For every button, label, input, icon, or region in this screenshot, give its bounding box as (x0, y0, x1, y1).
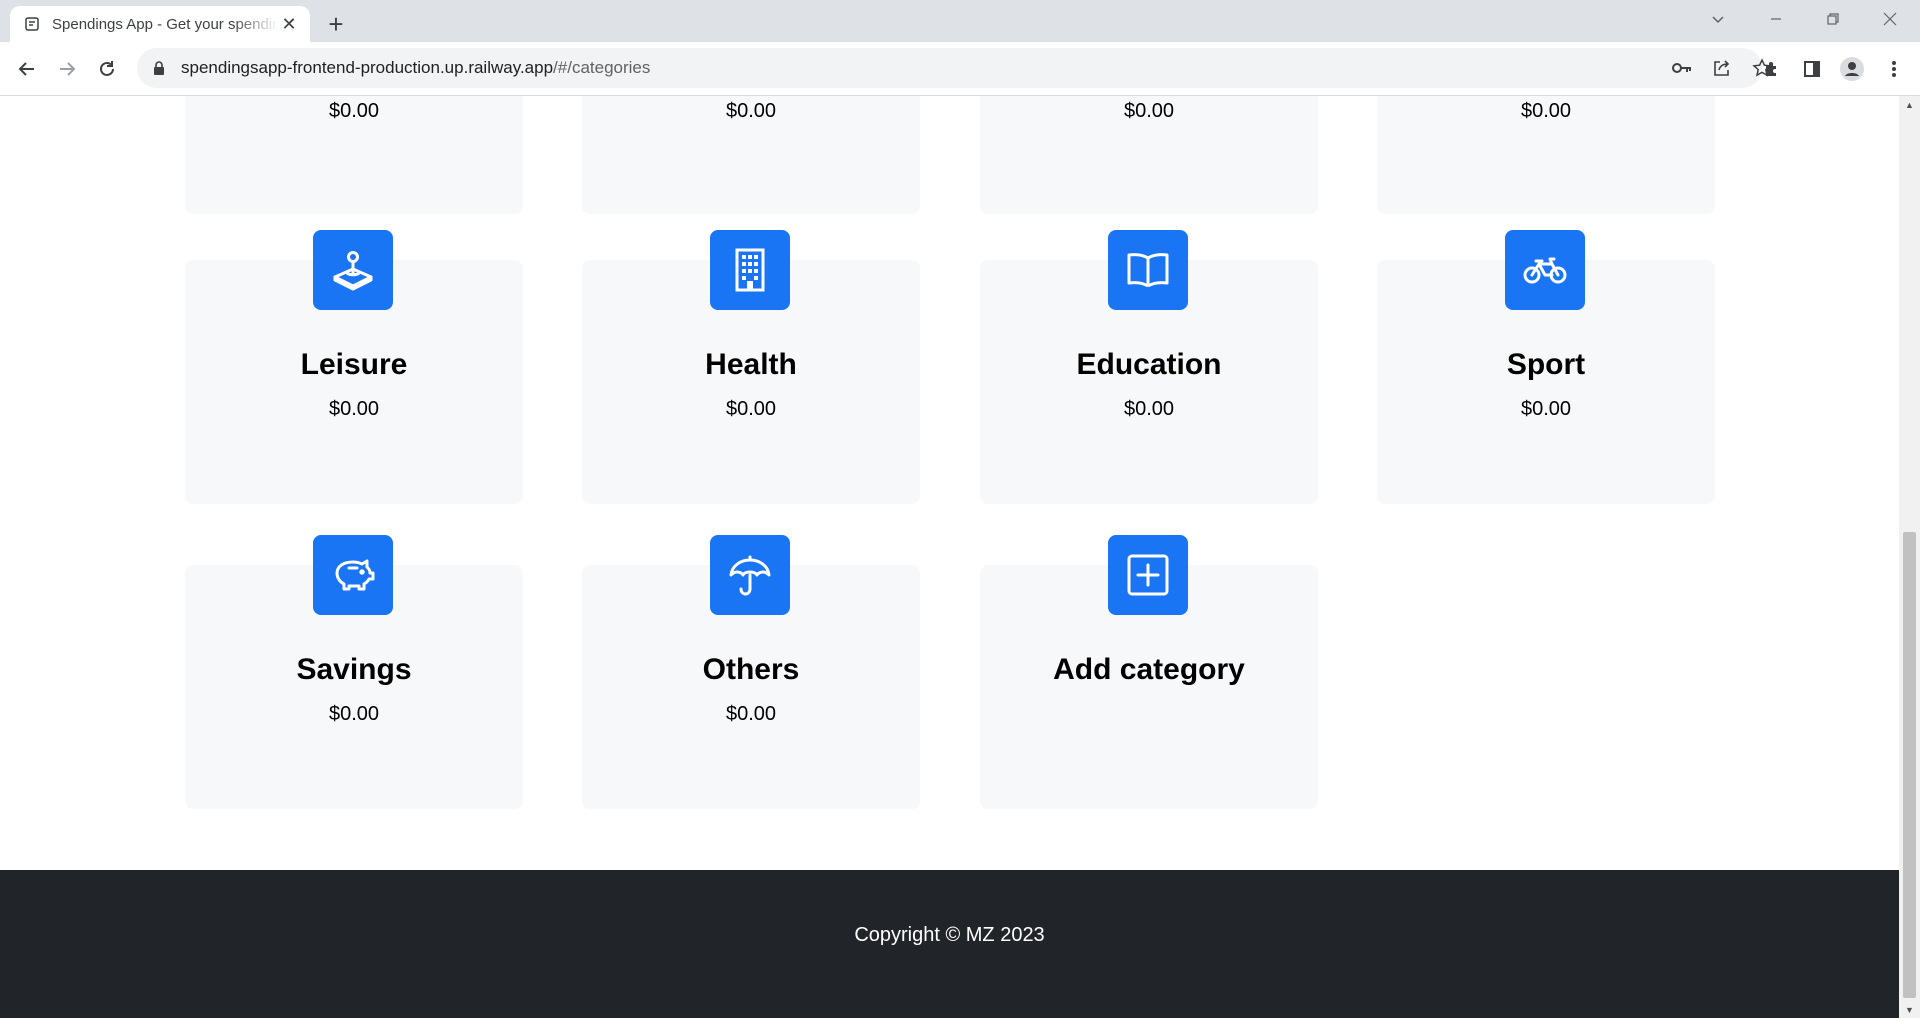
category-name: Savings (296, 653, 412, 686)
tab-title: Spendings App - Get your spendings (52, 15, 278, 33)
browser-menu-kebab-icon[interactable] (1882, 57, 1906, 81)
category-amount: $0.00 (1520, 398, 1572, 420)
category-amount: $0.00 (328, 398, 380, 420)
category-amount: $0.00 (1520, 100, 1572, 122)
category-amount: $0.00 (1123, 398, 1175, 420)
vertical-scrollbar[interactable]: ▲ ▼ (1899, 96, 1920, 1018)
scrollbar-thumb[interactable] (1903, 532, 1916, 998)
piggy-bank-icon (313, 535, 393, 615)
address-bar[interactable]: spendingsapp-frontend-production.up.rail… (137, 48, 1772, 88)
category-card[interactable]: $0.00 (1377, 96, 1715, 214)
side-panel-icon[interactable] (1800, 57, 1824, 81)
category-name: Others (702, 653, 800, 686)
tab-close-icon[interactable]: ✕ (278, 13, 300, 35)
restore-window-icon[interactable] (1805, 0, 1861, 38)
category-name: Sport (1506, 348, 1586, 381)
category-amount: $0.00 (725, 100, 777, 122)
category-amount: $0.00 (328, 703, 380, 725)
profile-avatar-icon[interactable] (1840, 57, 1864, 81)
new-tab-button[interactable]: + (322, 9, 350, 39)
category-name: Leisure (300, 348, 408, 381)
category-amount: $0.00 (328, 100, 380, 122)
lock-icon[interactable] (151, 60, 167, 76)
category-name: Education (1076, 348, 1222, 381)
app-favicon-icon (24, 16, 40, 32)
hospital-building-icon (710, 230, 790, 310)
add-category-label: Add category (1053, 653, 1245, 686)
scroll-up-arrow-icon[interactable]: ▲ (1899, 96, 1920, 113)
open-book-icon (1108, 230, 1188, 310)
minimize-window-icon[interactable] (1748, 0, 1804, 38)
reload-icon[interactable] (92, 54, 122, 84)
category-amount: $0.00 (725, 703, 777, 725)
browser-tab-strip: Spendings App - Get your spendings ✕ + (0, 0, 1920, 42)
plus-square-icon[interactable] (1108, 535, 1188, 615)
umbrella-icon (710, 535, 790, 615)
category-card[interactable]: $0.00 (980, 96, 1318, 214)
category-card[interactable]: $0.00 (185, 96, 523, 214)
page-footer: Copyright © MZ 2023 (0, 870, 1899, 1018)
footer-copyright: Copyright © MZ 2023 (854, 923, 1045, 946)
url-text: spendingsapp-frontend-production.up.rail… (181, 58, 650, 78)
url-host: spendingsapp-frontend-production.up.rail… (181, 58, 554, 77)
url-path: /#/categories (553, 58, 651, 77)
forward-arrow-icon[interactable] (52, 54, 82, 84)
category-name: Health (705, 348, 797, 381)
browser-tab[interactable]: Spendings App - Get your spendings ✕ (10, 6, 310, 42)
category-card[interactable]: $0.00 (582, 96, 920, 214)
category-amount: $0.00 (1123, 100, 1175, 122)
bicycle-icon (1505, 230, 1585, 310)
tab-search-chevron-icon[interactable] (1690, 0, 1746, 38)
page-viewport: $0.00 $0.00 $0.00 $0.00 Leisure $0.00 He… (0, 96, 1899, 1018)
share-icon[interactable] (1712, 58, 1732, 78)
joystick-icon (313, 230, 393, 310)
close-window-icon[interactable] (1862, 0, 1918, 38)
category-amount: $0.00 (725, 398, 777, 420)
browser-toolbar: spendingsapp-frontend-production.up.rail… (0, 42, 1920, 96)
scroll-down-arrow-icon[interactable]: ▼ (1899, 1001, 1920, 1018)
extensions-puzzle-icon[interactable] (1760, 57, 1784, 81)
back-arrow-icon[interactable] (12, 54, 42, 84)
key-icon[interactable] (1672, 58, 1692, 78)
